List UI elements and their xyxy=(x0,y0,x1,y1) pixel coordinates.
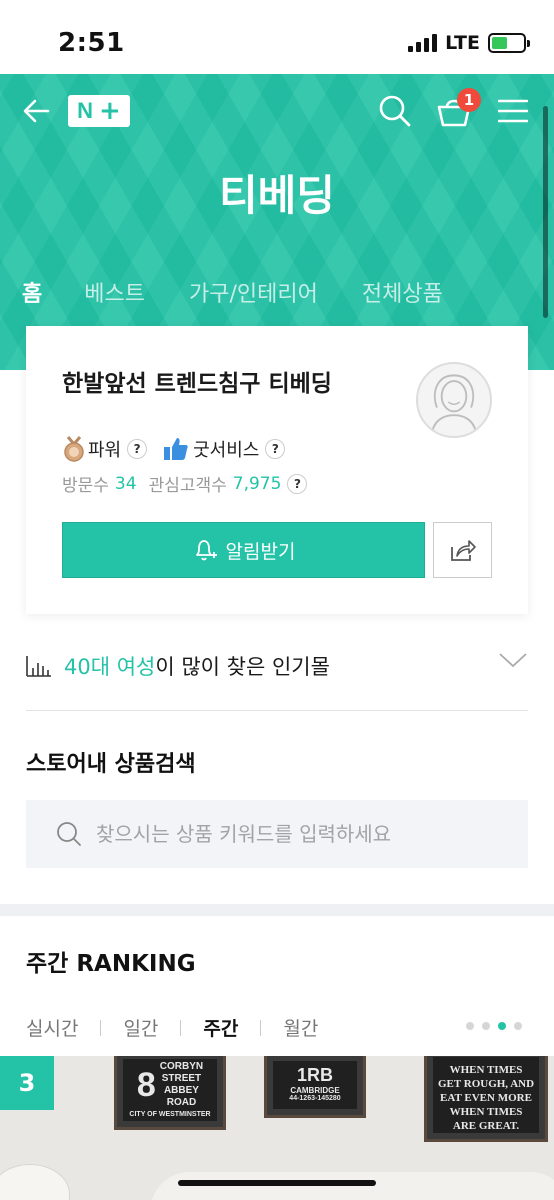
store-name: 한발앞선 트렌드침구 티베딩 xyxy=(62,371,332,397)
store-search-title: 스토어내 상품검색 xyxy=(26,752,196,777)
help-icon[interactable]: ? xyxy=(287,473,308,494)
power-medal-icon xyxy=(64,436,84,462)
help-icon[interactable]: ? xyxy=(127,439,148,459)
ranking-title: 주간 RANKING xyxy=(26,951,196,977)
search-icon[interactable] xyxy=(378,94,412,128)
tab-best[interactable]: 베스트 xyxy=(84,276,145,308)
ranking-product-image[interactable]: 8 CORBYN STREET ABBEY ROAD CITY OF WESTM… xyxy=(0,1056,554,1200)
chevron-down-icon[interactable] xyxy=(498,650,528,670)
page-dot[interactable] xyxy=(482,1022,490,1030)
poster-frame: 8 CORBYN STREET ABBEY ROAD CITY OF WESTM… xyxy=(114,1056,226,1130)
search-icon xyxy=(57,822,81,846)
carousel-page-indicator xyxy=(466,1022,522,1030)
share-button[interactable] xyxy=(433,522,492,578)
followers-value: 7,975 xyxy=(232,473,282,494)
back-arrow-icon[interactable] xyxy=(22,96,52,126)
store-search-box[interactable] xyxy=(26,800,528,868)
store-badges: 파워 ? 굿서비스 ? xyxy=(62,436,286,462)
popular-demographic: 40대 여성 xyxy=(64,655,156,679)
visits-value: 34 xyxy=(114,473,137,494)
subscribe-alarm-button[interactable]: 알림받기 xyxy=(62,522,425,578)
naver-plus-logo[interactable]: N + xyxy=(68,95,130,127)
tab-furniture-interior[interactable]: 가구/인테리어 xyxy=(189,276,318,308)
ranking-tab-weekly[interactable]: 주간 xyxy=(203,1014,238,1041)
battery-icon xyxy=(488,33,530,53)
store-title: 티베딩 xyxy=(219,171,335,220)
scrollbar[interactable] xyxy=(543,106,548,318)
ranking-tab-realtime[interactable]: 실시간 xyxy=(26,1014,78,1041)
thumbs-up-icon xyxy=(164,438,188,460)
rank-number-badge: 3 xyxy=(0,1056,54,1110)
grade-label: 파워 xyxy=(88,440,122,461)
page-dot-active[interactable] xyxy=(498,1022,506,1030)
share-icon xyxy=(450,540,476,561)
network-type: LTE xyxy=(445,32,480,54)
store-search-input[interactable] xyxy=(96,822,496,846)
bell-plus-icon xyxy=(195,540,217,561)
status-time: 2:51 xyxy=(58,28,125,58)
followers-label: 관심고객수 xyxy=(148,476,227,496)
bar-chart-icon xyxy=(26,656,51,677)
cart-count-badge: 1 xyxy=(457,88,481,112)
avatar xyxy=(416,362,492,438)
home-indicator[interactable] xyxy=(178,1180,376,1186)
visits-label: 방문수 xyxy=(62,476,109,496)
ranking-tab-monthly[interactable]: 월간 xyxy=(283,1014,318,1041)
ranking-tabs: 실시간 일간 주간 월간 xyxy=(26,1014,318,1041)
store-stats: 방문수 34 관심고객수 7,975 ? xyxy=(62,471,308,496)
section-separator xyxy=(0,904,554,916)
service-label: 굿서비스 xyxy=(193,440,260,461)
poster-frame: 1RB CAMBRIDGE 44-1263-145280 xyxy=(264,1056,366,1118)
divider xyxy=(26,710,528,711)
help-icon[interactable]: ? xyxy=(265,439,286,459)
lamp-shade xyxy=(0,1164,70,1200)
store-tabs: 홈 베스트 가구/인테리어 전체상품 xyxy=(22,276,487,308)
status-indicators: LTE xyxy=(408,32,530,54)
status-bar: 2:51 LTE xyxy=(0,0,554,74)
poster-frame: WHEN TIMES GET ROUGH, AND EAT EVEN MORE … xyxy=(424,1056,548,1142)
tab-all-products[interactable]: 전체상품 xyxy=(362,276,443,308)
ranking-tab-daily[interactable]: 일간 xyxy=(123,1014,158,1041)
store-profile-card: 한발앞선 트렌드침구 티베딩 파워 ? 굿서비스 ? 방문수 34 관심고객수 … xyxy=(26,326,528,614)
subscribe-alarm-label: 알림받기 xyxy=(225,540,296,563)
signal-icon xyxy=(408,34,438,52)
popular-description: 이 많이 찾은 인기몰 xyxy=(155,655,330,679)
page-dot[interactable] xyxy=(466,1022,474,1030)
page-dot[interactable] xyxy=(514,1022,522,1030)
popular-demographic-row[interactable]: 40대 여성 이 많이 찾은 인기몰 xyxy=(26,644,528,688)
tab-home[interactable]: 홈 xyxy=(22,276,42,308)
pillow xyxy=(150,1172,554,1200)
menu-icon[interactable] xyxy=(498,98,528,124)
